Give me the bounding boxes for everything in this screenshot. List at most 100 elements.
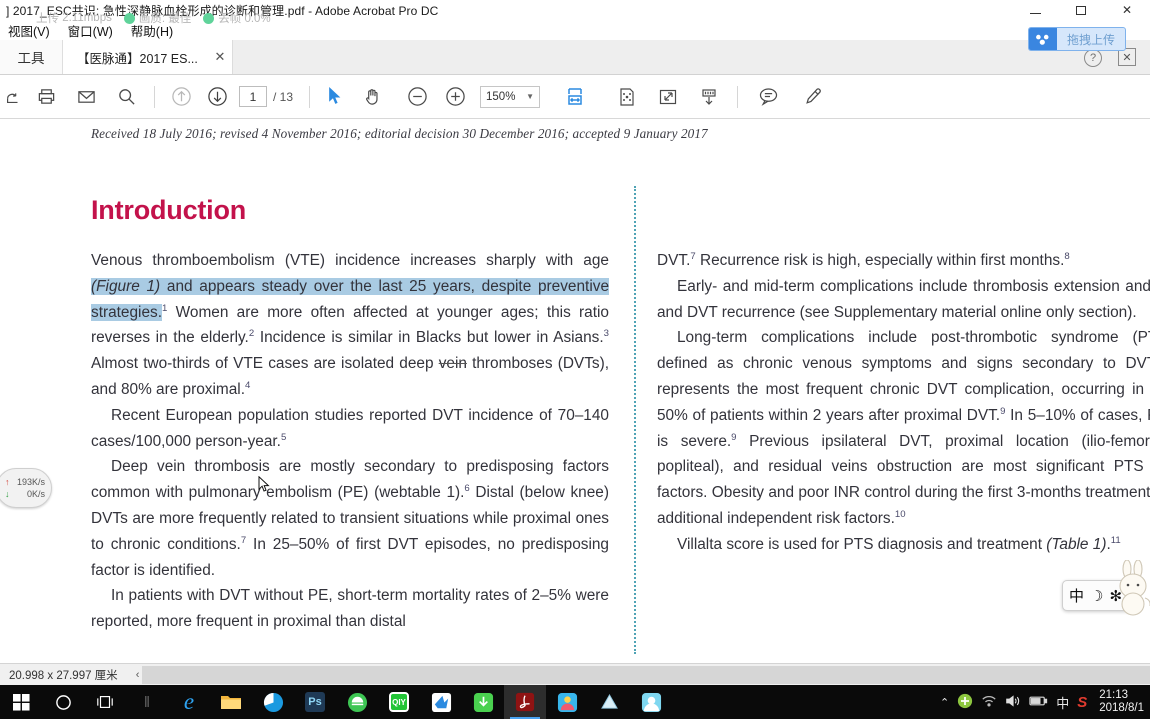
window-controls: ✕	[1012, 0, 1150, 20]
wifi-icon[interactable]	[981, 694, 997, 711]
document-viewport[interactable]: Received 18 July 2016; revised 4 Novembe…	[0, 120, 1150, 663]
edge-icon[interactable]: e	[168, 685, 210, 719]
zoom-in-icon[interactable]	[436, 75, 474, 119]
minimize-button[interactable]	[1012, 0, 1058, 20]
save-icon[interactable]	[0, 75, 26, 119]
page-number-input[interactable]	[239, 86, 267, 107]
download-speed-value: 0K/s	[26, 489, 45, 499]
next-page-icon[interactable]	[199, 75, 235, 119]
clock-date: 2018/8/1	[1099, 702, 1144, 714]
select-tool-icon[interactable]	[318, 75, 352, 119]
fit-page-icon[interactable]	[647, 75, 688, 119]
taskbar: ‖ e Ps QIY ⌃ 中 S 21:13 2018/8/1	[0, 685, 1150, 719]
zoom-level-value: 150%	[486, 90, 516, 103]
security-shield-icon[interactable]	[957, 693, 973, 712]
document-tab-label: 【医脉通】2017 ES...	[77, 51, 198, 66]
pdf-page: Received 18 July 2016; revised 4 Novembe…	[0, 120, 1150, 663]
qiy-player-icon[interactable]: QIY	[378, 685, 420, 719]
volume-icon[interactable]	[1005, 694, 1021, 711]
tab-bar: 工具 【医脉通】2017 ES... ✕ ? ✕	[0, 40, 1150, 75]
battery-icon[interactable]	[1029, 695, 1048, 710]
green-app-icon[interactable]	[336, 685, 378, 719]
fit-width-icon[interactable]	[546, 75, 606, 119]
document-tab[interactable]: 【医脉通】2017 ES... ✕	[63, 40, 233, 74]
window-title: ] 2017_ESC共识: 急性深静脉血栓形成的诊断和管理.pdf - Adob…	[6, 3, 439, 18]
download-speed-row: ↓ 0K/s	[5, 488, 45, 500]
ime-chinese-mode-icon[interactable]: 中	[1069, 585, 1084, 606]
acrobat-window: ] 2017_ESC共识: 急性深静脉血栓形成的诊断和管理.pdf - Adob…	[0, 0, 1150, 719]
status-bar: 20.998 x 27.997 厘米 ‹	[0, 663, 1150, 685]
baidu-upload-label: 拖拽上传	[1066, 32, 1115, 47]
clock[interactable]: 21:13 2018/8/1	[1095, 689, 1144, 715]
toolbar-divider	[154, 85, 155, 108]
cortana-search-icon[interactable]	[42, 685, 84, 719]
paragraph: Venous thromboembolism (VTE) incidence i…	[91, 252, 610, 398]
green-download-icon[interactable]	[462, 685, 504, 719]
menu-item-view[interactable]: 视图(V)	[0, 21, 59, 40]
hand-tool-icon[interactable]	[352, 75, 392, 119]
page-title: Introduction	[91, 195, 247, 225]
ime-indicator-icon[interactable]: 中	[1056, 693, 1069, 712]
scroll-down-icon[interactable]	[688, 75, 729, 119]
clock-time: 21:13	[1099, 689, 1129, 701]
download-arrow-icon: ↓	[5, 489, 10, 499]
zoom-out-icon[interactable]	[398, 75, 436, 119]
meitu-icon[interactable]	[546, 685, 588, 719]
highlight-icon[interactable]	[790, 75, 834, 119]
network-speed-widget[interactable]: ↑ 193K/s ↓ 0K/s	[0, 468, 52, 508]
upload-arrow-icon: ↑	[5, 477, 10, 487]
file-explorer-icon[interactable]	[210, 685, 252, 719]
baidu-cloud-upload-widget[interactable]: 拖拽上传	[1027, 27, 1126, 51]
email-icon[interactable]	[66, 75, 106, 119]
page-navigator: / 13	[239, 86, 293, 107]
title-bar: ] 2017_ESC共识: 急性深静脉血栓形成的诊断和管理.pdf - Adob…	[0, 0, 1150, 20]
photoshop-icon[interactable]: Ps	[294, 685, 336, 719]
acrobat-icon[interactable]	[504, 685, 546, 719]
print-icon[interactable]	[26, 75, 66, 119]
help-icon[interactable]: ?	[1084, 49, 1102, 67]
menu-item-window[interactable]: 窗口(W)	[59, 21, 122, 40]
paragraph: Recent European population studies repor…	[91, 406, 609, 450]
previous-page-icon[interactable]	[163, 75, 199, 119]
close-button[interactable]: ✕	[1104, 0, 1150, 20]
foxmail-icon[interactable]	[420, 685, 462, 719]
column-divider	[634, 186, 636, 654]
system-tray: ⌃ 中 S 21:13 2018/8/1	[940, 685, 1150, 719]
left-column: Venous thromboembolism (VTE) incidence i…	[91, 248, 610, 635]
received-line: Received 18 July 2016; revised 4 Novembe…	[91, 126, 708, 141]
search-icon[interactable]	[106, 75, 146, 119]
chevron-left-icon[interactable]: ‹	[136, 669, 140, 681]
anime-app-icon[interactable]	[630, 685, 672, 719]
baidu-cloud-icon	[1028, 28, 1057, 50]
paragraph: Early- and mid-term complications includ…	[657, 277, 1150, 321]
maximize-button[interactable]	[1058, 0, 1104, 20]
sogou-icon[interactable]: S	[1077, 694, 1087, 711]
upload-speed-value: 193K/s	[16, 477, 45, 487]
task-view-icon[interactable]	[84, 685, 126, 719]
chevron-down-icon: ▼	[526, 92, 535, 101]
taskbar-separator: ‖	[143, 693, 151, 711]
close-icon[interactable]: ✕	[212, 49, 228, 65]
start-button[interactable]	[0, 685, 42, 719]
rotate-pages-icon[interactable]	[606, 75, 647, 119]
upload-speed-row: ↑ 193K/s	[5, 476, 45, 488]
browser-icon[interactable]	[252, 685, 294, 719]
page-size-label: 20.998 x 27.997 厘米	[9, 669, 118, 682]
paragraph: DVT.7 Recurrence risk is high, especiall…	[657, 250, 1070, 269]
toolbar-divider-2	[309, 85, 311, 108]
notes-icon[interactable]	[588, 685, 630, 719]
ime-moon-icon[interactable]: ☽	[1090, 587, 1103, 605]
mouse-cursor-icon	[258, 475, 270, 494]
paragraph: Villalta score is used for PTS diagnosis…	[677, 534, 1121, 553]
zoom-level-select[interactable]: 150% ▼	[480, 85, 541, 108]
tray-expand-chevron-icon[interactable]: ⌃	[940, 696, 949, 709]
horizontal-scrollbar[interactable]	[142, 666, 1150, 684]
tools-tab[interactable]: 工具	[0, 40, 63, 74]
paragraph: In patients with DVT without PE, short-t…	[91, 587, 609, 631]
menu-item-help[interactable]: 帮助(H)	[122, 21, 182, 40]
menu-bar: 视图(V) 窗口(W) 帮助(H)	[0, 20, 1150, 40]
comment-icon[interactable]	[746, 75, 790, 119]
paragraph: Deep vein thrombosis are mostly secondar…	[91, 458, 609, 579]
toolbar-divider-3	[737, 85, 739, 108]
page-total-label: / 13	[273, 89, 294, 104]
